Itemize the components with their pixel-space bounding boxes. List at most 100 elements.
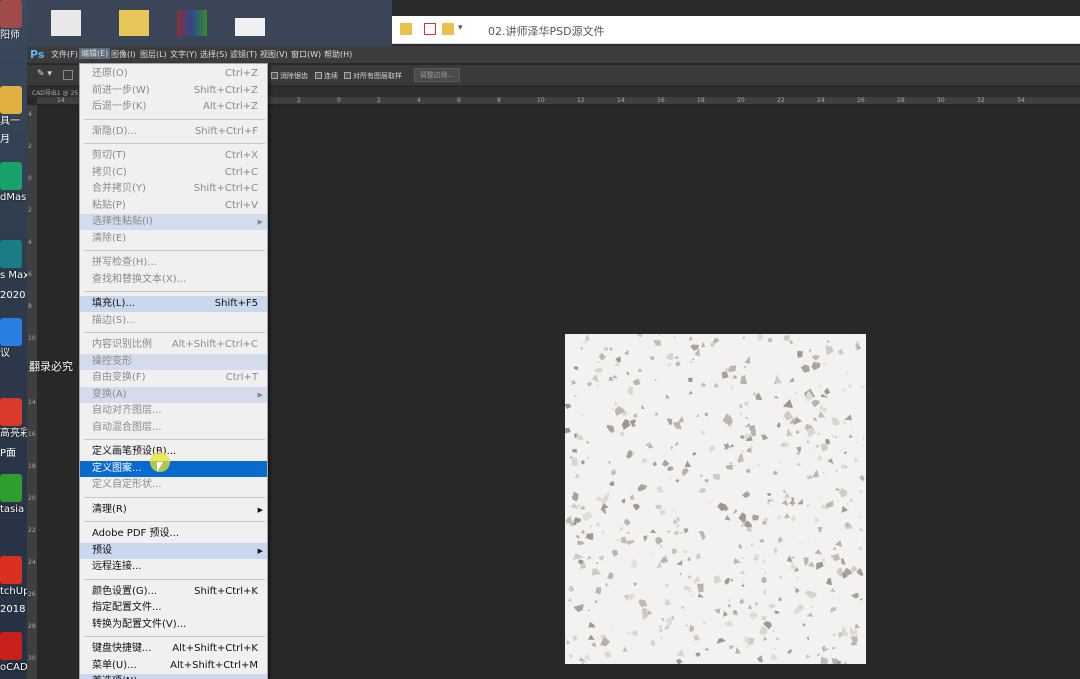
menu-item[interactable]: 远程连接... xyxy=(80,559,267,575)
menu-file[interactable]: 文件(F) xyxy=(51,49,78,60)
menu-item[interactable]: 首选项(N) ▶ xyxy=(80,674,267,679)
menu-help[interactable]: 帮助(H) xyxy=(324,49,352,60)
document-icon[interactable] xyxy=(235,18,265,36)
menu-item-label: 首选项(N) xyxy=(92,674,137,679)
dropdown-icon[interactable]: ▾ xyxy=(458,23,470,35)
desktop-strip: 阳师具一 dMast s Max 议高亮彩 tasia tchUp oCAD 月 2020 P面 2… xyxy=(0,0,27,679)
anti-alias-checkbox[interactable]: 消除锯齿 xyxy=(271,71,308,81)
menu-window[interactable]: 窗口(W) xyxy=(291,49,321,60)
menu-filter[interactable]: 滤镜(T) xyxy=(230,49,257,60)
menu-item[interactable]: 合并拷贝(Y) Shift+Ctrl+C xyxy=(80,181,267,197)
menu-separator xyxy=(84,143,265,144)
menu-item-label: 颜色设置(G)... xyxy=(92,585,158,597)
menu-edit[interactable]: 编辑(E) xyxy=(79,48,111,59)
menu-item[interactable]: 指定配置文件... xyxy=(80,600,267,616)
ruler-tick-label: 30 xyxy=(937,97,945,104)
menu-item[interactable]: 后退一步(K) Alt+Ctrl+Z xyxy=(80,99,267,115)
menu-item[interactable]: 菜单(U)... Alt+Shift+Ctrl+M xyxy=(80,658,267,674)
menu-item[interactable]: 自动对齐图层... xyxy=(80,403,267,419)
menu-item[interactable]: 变换(A) ▶ xyxy=(80,386,267,403)
ruler-tick-label: 20 xyxy=(28,495,36,502)
desktop-app-icon[interactable]: tasia xyxy=(0,474,27,516)
desktop-app-icon[interactable]: 具一 xyxy=(0,86,27,128)
desktop-app-icon[interactable]: s Max xyxy=(0,240,27,282)
submenu-arrow-icon: ▶ xyxy=(257,390,263,399)
document-tab[interactable]: CAD导出1 @ 25 xyxy=(32,88,78,97)
app-icon xyxy=(0,556,22,584)
menu-item[interactable]: 内容识别比例 Alt+Shift+Ctrl+C xyxy=(80,337,267,353)
menu-item[interactable]: 粘贴(P) Ctrl+V xyxy=(80,198,267,214)
menu-item[interactable]: 描边(S)... xyxy=(80,313,267,329)
menu-item[interactable]: 预设 ▶ xyxy=(80,542,267,559)
menu-item[interactable]: Adobe PDF 预设... xyxy=(80,526,267,542)
ruler-tick-label: 32 xyxy=(977,97,985,104)
desktop-top xyxy=(27,0,392,46)
ruler-tick-label: 10 xyxy=(537,97,545,104)
ruler-tick-label: 24 xyxy=(28,559,36,566)
screen: 阳师具一dMasts Max议高亮彩tasiatchUpoCAD月2020P面2… xyxy=(0,0,1080,679)
folder-icon[interactable] xyxy=(119,10,149,36)
desktop-app-icon[interactable]: dMast xyxy=(0,162,27,204)
menu-item[interactable]: 定义自定形状... xyxy=(80,477,267,493)
menu-item[interactable]: 剪切(T) Ctrl+X xyxy=(80,148,267,164)
ruler-tick-label: 4 xyxy=(28,111,32,118)
magic-wand-tool-icon[interactable]: ✎ ▾ xyxy=(37,69,52,79)
ruler-tick-label: 2 xyxy=(28,207,32,214)
menu-item[interactable]: 操控变形 xyxy=(80,353,267,370)
checkbox-icon xyxy=(344,72,351,79)
menu-item[interactable]: 定义画笔预设(B)... xyxy=(80,444,267,460)
menu-item-label: 转换为配置文件(V)... xyxy=(92,618,187,630)
menu-item[interactable]: 查找和替换文本(X)... xyxy=(80,272,267,288)
menu-item[interactable]: 渐隐(D)... Shift+Ctrl+F xyxy=(80,124,267,140)
menu-item-shortcut: Ctrl+C xyxy=(224,166,258,178)
terrazzo-image[interactable] xyxy=(565,334,866,664)
menu-item[interactable]: 清除(E) xyxy=(80,231,267,247)
archive-icon[interactable] xyxy=(177,10,207,36)
contiguous-label: 连续 xyxy=(324,72,338,80)
menu-select[interactable]: 选择(S) xyxy=(200,49,227,60)
all-layers-checkbox[interactable]: 对所有图层取样 xyxy=(344,71,402,81)
menu-item-shortcut: Ctrl+Z xyxy=(224,68,258,79)
menu-item-label: 清除(E) xyxy=(92,232,127,244)
menu-item[interactable]: 清理(R) ▶ xyxy=(80,502,267,518)
desktop-app-icon[interactable]: 议 xyxy=(0,318,27,360)
checkbox-icon[interactable] xyxy=(424,23,436,35)
ruler-tick-label: 24 xyxy=(817,97,825,104)
menu-type[interactable]: 文字(Y) xyxy=(170,49,197,60)
menu-item-shortcut: Ctrl+T xyxy=(225,372,258,383)
menu-item-label: 填充(L)... xyxy=(92,298,135,309)
desktop-app-icon[interactable]: oCAD xyxy=(0,632,27,674)
menu-item-label: 定义图案... xyxy=(92,462,142,474)
menu-item[interactable]: 颜色设置(G)... Shift+Ctrl+K xyxy=(80,584,267,600)
menu-item[interactable]: 键盘快捷键... Alt+Shift+Ctrl+K xyxy=(80,641,267,657)
menu-item-label: 查找和替换文本(X)... xyxy=(92,273,187,285)
ruler-tick-label: 14 xyxy=(617,97,625,104)
desktop-app-icon[interactable]: tchUp xyxy=(0,556,27,598)
menu-item[interactable]: 拷贝(C) Ctrl+C xyxy=(80,165,267,181)
menu-item[interactable]: 拼写检查(H)... xyxy=(80,255,267,271)
desktop-file-icon[interactable] xyxy=(51,10,81,36)
desktop-app-icon[interactable]: 阳师 xyxy=(0,0,27,42)
checkbox-icon xyxy=(315,72,322,79)
explorer-path[interactable]: 02.讲师泽华PSD源文件 xyxy=(488,23,605,39)
desktop-app-icon[interactable]: 高亮彩 xyxy=(0,398,27,440)
menu-view[interactable]: 视图(V) xyxy=(260,49,288,60)
menu-item[interactable]: 定义图案... xyxy=(80,460,267,477)
ruler-tick-label: 34 xyxy=(1017,97,1025,104)
selection-mode-icon[interactable] xyxy=(63,70,73,80)
ruler-tick-label: 2 xyxy=(28,143,32,150)
menu-item[interactable]: 自由变换(F) Ctrl+T xyxy=(80,370,267,386)
menu-item-shortcut: Ctrl+X xyxy=(224,150,258,161)
menu-item-label: 拷贝(C) xyxy=(92,166,127,178)
menu-item[interactable]: 自动混合图层... xyxy=(80,420,267,436)
menu-item-label: 拼写检查(H)... xyxy=(92,257,157,268)
contiguous-checkbox[interactable]: 连续 xyxy=(315,71,338,81)
menu-item[interactable]: 转换为配置文件(V)... xyxy=(80,617,267,633)
menu-layer[interactable]: 图层(L) xyxy=(140,49,167,60)
refine-edge-button[interactable]: 调整边缘... xyxy=(414,68,460,82)
menu-item[interactable]: 选择性粘贴(I) ▶ xyxy=(80,214,267,230)
menu-image[interactable]: 图像(I) xyxy=(111,49,136,60)
menu-item[interactable]: 还原(O) Ctrl+Z xyxy=(80,66,267,82)
menu-item[interactable]: 填充(L)... Shift+F5 xyxy=(80,296,267,312)
menu-item[interactable]: 前进一步(W) Shift+Ctrl+Z xyxy=(80,83,267,99)
